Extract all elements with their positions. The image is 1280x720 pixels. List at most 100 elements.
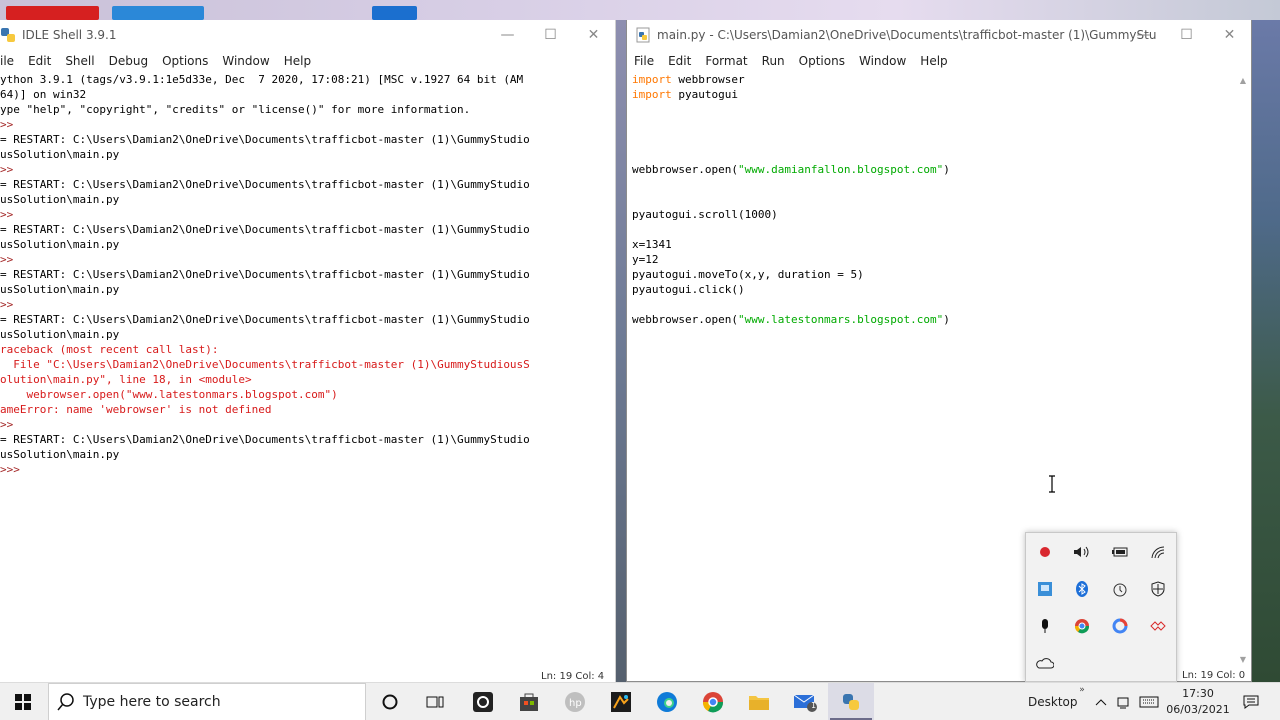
shell-prompt: >> [0,418,14,431]
shell-line: = RESTART: C:\Users\Damian2\OneDrive\Doc… [0,433,530,446]
code-line: x=1341 [632,237,1251,252]
menu-format[interactable]: Format [698,54,754,68]
menu-edit[interactable]: Edit [661,54,698,68]
code-text: webbrowser.open( [632,313,738,326]
scroll-up-icon[interactable]: ▲ [1235,72,1251,88]
shell-line: usSolution\main.py [0,238,120,251]
close-button[interactable]: ✕ [1208,20,1251,50]
google-drive-icon[interactable] [1110,616,1130,636]
desktop-app-tile [112,6,204,20]
media-app-icon[interactable] [460,683,506,720]
taskbar-clock[interactable]: 17:30 06/03/2021 [1162,686,1234,718]
editor-scrollbar[interactable]: ▲ ▼ [1235,72,1251,667]
menu-debug[interactable]: Debug [102,54,155,68]
menu-file[interactable]: File [627,54,661,68]
bluetooth-icon[interactable] [1072,579,1092,599]
network-app-icon[interactable] [1035,579,1055,599]
taskbar-search-box[interactable]: Type here to search [48,683,366,720]
code-string: "www.damianfallon.blogspot.com" [737,163,944,176]
shell-output[interactable]: ython 3.9.1 (tags/v3.9.1:1e5d33e, Dec 7 … [0,72,615,682]
shell-error-line: File "C:\Users\Damian2\OneDrive\Document… [0,358,530,371]
menu-options[interactable]: Options [792,54,852,68]
code-line: import pyautogui [632,87,1251,102]
notification-center-icon[interactable] [1236,683,1266,720]
mail-icon[interactable]: 1 [782,683,828,720]
menu-edit[interactable]: Edit [21,54,58,68]
scroll-down-icon[interactable]: ▼ [1235,651,1251,667]
cortana-icon[interactable] [368,683,412,720]
editor-titlebar[interactable]: main.py - C:\Users\Damian2\OneDrive\Docu… [627,20,1251,50]
microphone-icon[interactable] [1035,616,1055,636]
code-text: x=1341 [632,238,672,251]
shell-title: IDLE Shell 3.9.1 [22,28,117,42]
python-icon [1,28,15,42]
editor-menubar: File Edit Format Run Options Window Help [627,50,1251,72]
shell-error-line: ameError: name 'webrowser' is not define… [0,403,272,416]
code-line: webbrowser.open("www.latestonmars.blogsp… [632,312,1251,327]
microsoft-store-icon[interactable] [506,683,552,720]
vpn-icon[interactable] [1148,616,1168,636]
shell-line: ype "help", "copyright", "credits" or "l… [0,103,471,116]
shell-line: usSolution\main.py [0,328,120,341]
code-text: webbrowser [671,73,745,86]
photos-app-icon[interactable] [598,683,644,720]
code-text: ) [943,313,950,326]
menu-file[interactable]: ile [0,54,21,68]
code-text: pyautogui [671,88,738,101]
clock-time: 17:30 [1182,687,1214,700]
shield-icon[interactable] [1148,579,1168,599]
menu-help[interactable]: Help [913,54,954,68]
task-view-icon[interactable] [412,683,458,720]
shell-error-line: olution\main.py", line 18, in <module> [0,373,252,386]
search-placeholder: Type here to search [83,694,221,710]
taskbar: Type here to search hp 1 Desktop » 17:30… [0,682,1280,720]
shell-line: usSolution\main.py [0,283,120,296]
python-idle-taskbar-icon[interactable] [828,683,874,720]
maximize-button[interactable]: ☐ [529,20,572,50]
onedrive-icon[interactable] [1035,653,1055,673]
shell-line: = RESTART: C:\Users\Damian2\OneDrive\Doc… [0,133,530,146]
volume-icon[interactable] [1072,542,1092,562]
code-text: pyautogui.moveTo(x,y, duration = 5) [632,268,864,281]
close-button[interactable]: ✕ [572,20,615,50]
minimize-button[interactable]: — [486,20,529,50]
code-line: webbrowser.open("www.damianfallon.blogsp… [632,162,1251,177]
shell-line: usSolution\main.py [0,448,120,461]
show-hidden-icons-icon[interactable] [1092,683,1110,720]
chrome-icon[interactable] [690,683,736,720]
desktop-toolbar-label[interactable]: Desktop [1028,683,1078,720]
desktop-background [1252,20,1280,682]
menu-window[interactable]: Window [852,54,913,68]
menu-run[interactable]: Run [755,54,792,68]
menu-shell[interactable]: Shell [58,54,101,68]
battery-icon[interactable] [1110,542,1130,562]
alarm-icon[interactable] [1110,579,1130,599]
wifi-icon[interactable] [1148,542,1168,562]
network-icon[interactable] [1112,683,1134,720]
maximize-button[interactable]: ☐ [1165,20,1208,50]
menu-help[interactable]: Help [277,54,318,68]
record-icon[interactable] [1035,542,1055,562]
menu-window[interactable]: Window [215,54,276,68]
edge-icon[interactable] [644,683,690,720]
windows-start-icon[interactable] [0,683,46,720]
ibeam-cursor-icon [1049,475,1055,493]
minimize-button[interactable]: — [1122,20,1165,50]
file-explorer-icon[interactable] [736,683,782,720]
shell-prompt: >> [0,163,14,176]
code-text: ) [943,163,950,176]
keyboard-icon[interactable] [1136,683,1162,720]
menu-options[interactable]: Options [155,54,215,68]
hp-icon[interactable]: hp [552,683,598,720]
toolbar-chevron-icon[interactable]: » [1074,683,1090,697]
shell-error-line: raceback (most recent call last): [0,343,219,356]
chrome-icon[interactable] [1072,616,1092,636]
shell-titlebar[interactable]: IDLE Shell 3.9.1 — ☐ ✕ [0,20,615,50]
code-string: "www.latestonmars.blogspot.com" [737,313,944,326]
